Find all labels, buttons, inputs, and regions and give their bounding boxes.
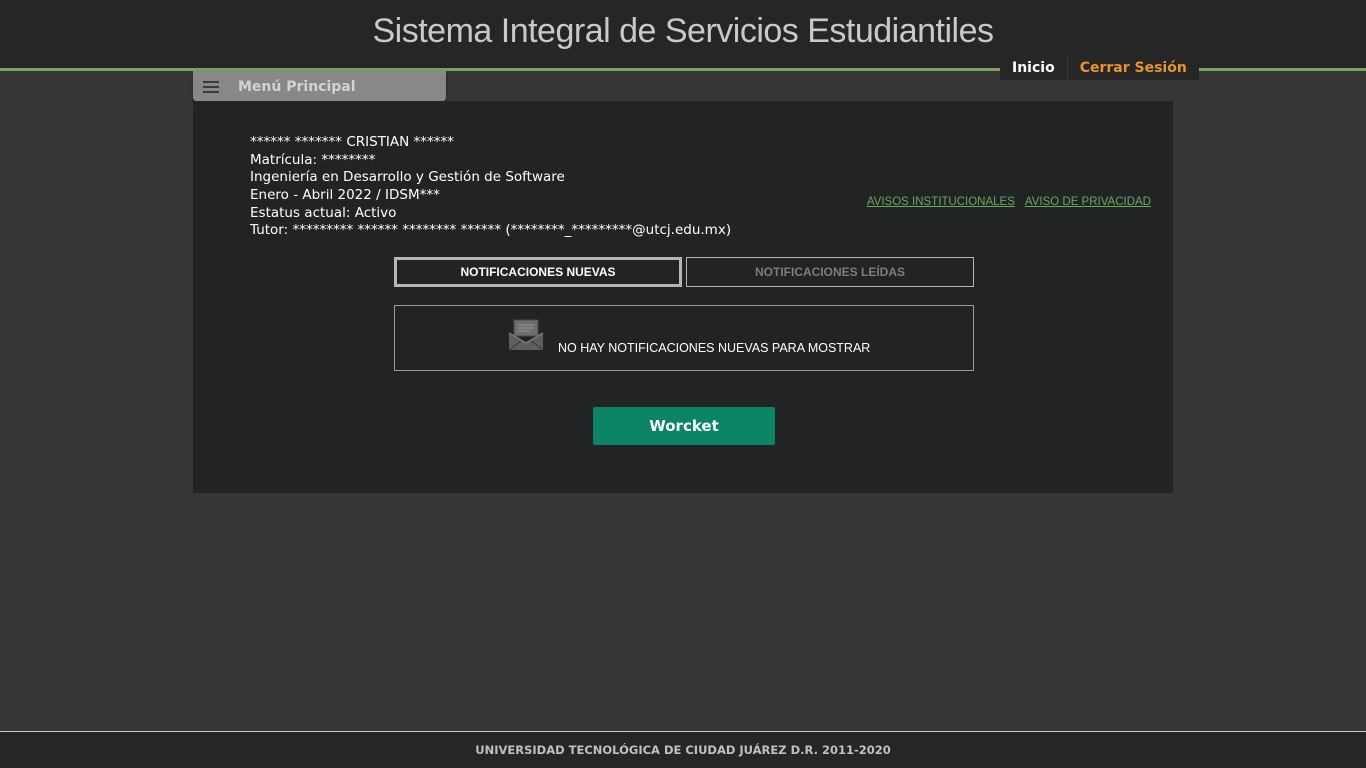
student-period: Enero - Abril 2022 / IDSM***	[250, 187, 440, 204]
tab-notificaciones-nuevas[interactable]: NOTIFICACIONES NUEVAS	[394, 257, 682, 287]
footer: UNIVERSIDAD TECNOLÓGICA DE CIUDAD JUÁREZ…	[0, 732, 1366, 768]
worcket-button[interactable]: Worcket	[593, 407, 775, 445]
aviso-privacidad-link[interactable]: AVISO DE PRIVACIDAD	[1025, 196, 1151, 208]
info-links: AVISOS INSTITUCIONALES AVISO DE PRIVACID…	[867, 196, 1151, 208]
nav-inicio-link[interactable]: Inicio	[1000, 56, 1068, 80]
tab-notificaciones-leidas[interactable]: NOTIFICACIONES LEÍDAS	[686, 257, 974, 287]
main-menu-label: Menú Principal	[238, 78, 356, 95]
footer-text: UNIVERSIDAD TECNOLÓGICA DE CIUDAD JUÁREZ…	[475, 743, 891, 757]
notification-tabs: NOTIFICACIONES NUEVAS NOTIFICACIONES LEÍ…	[394, 257, 974, 287]
student-matricula: Matrícula: ********	[250, 151, 376, 168]
student-info: ****** ******* CRISTIAN ****** Matrícula…	[250, 134, 731, 240]
student-name: ****** ******* CRISTIAN ******	[250, 134, 455, 150]
notifications-box: NO HAY NOTIFICACIONES NUEVAS PARA MOSTRA…	[394, 305, 974, 371]
site-title: Sistema Integral de Servicios Estudianti…	[372, 12, 994, 50]
nav-cerrar-sesion-link[interactable]: Cerrar Sesión	[1068, 56, 1199, 80]
student-status: Estatus actual: Activo	[250, 204, 397, 221]
empty-notifications-message: NO HAY NOTIFICACIONES NUEVAS PARA MOSTRA…	[558, 341, 871, 355]
student-career: Ingeniería en Desarrollo y Gestión de So…	[250, 169, 565, 186]
avisos-institucionales-link[interactable]: AVISOS INSTITUCIONALES	[867, 196, 1015, 208]
envelope-icon	[508, 319, 544, 351]
hamburger-menu-icon	[203, 80, 219, 93]
student-tutor: Tutor: ********* ****** ******** ****** …	[250, 222, 732, 239]
main-menu-button[interactable]: Menú Principal	[193, 71, 446, 102]
main-panel: ****** ******* CRISTIAN ****** Matrícula…	[193, 101, 1173, 493]
top-nav: Inicio Cerrar Sesión	[1000, 56, 1199, 80]
